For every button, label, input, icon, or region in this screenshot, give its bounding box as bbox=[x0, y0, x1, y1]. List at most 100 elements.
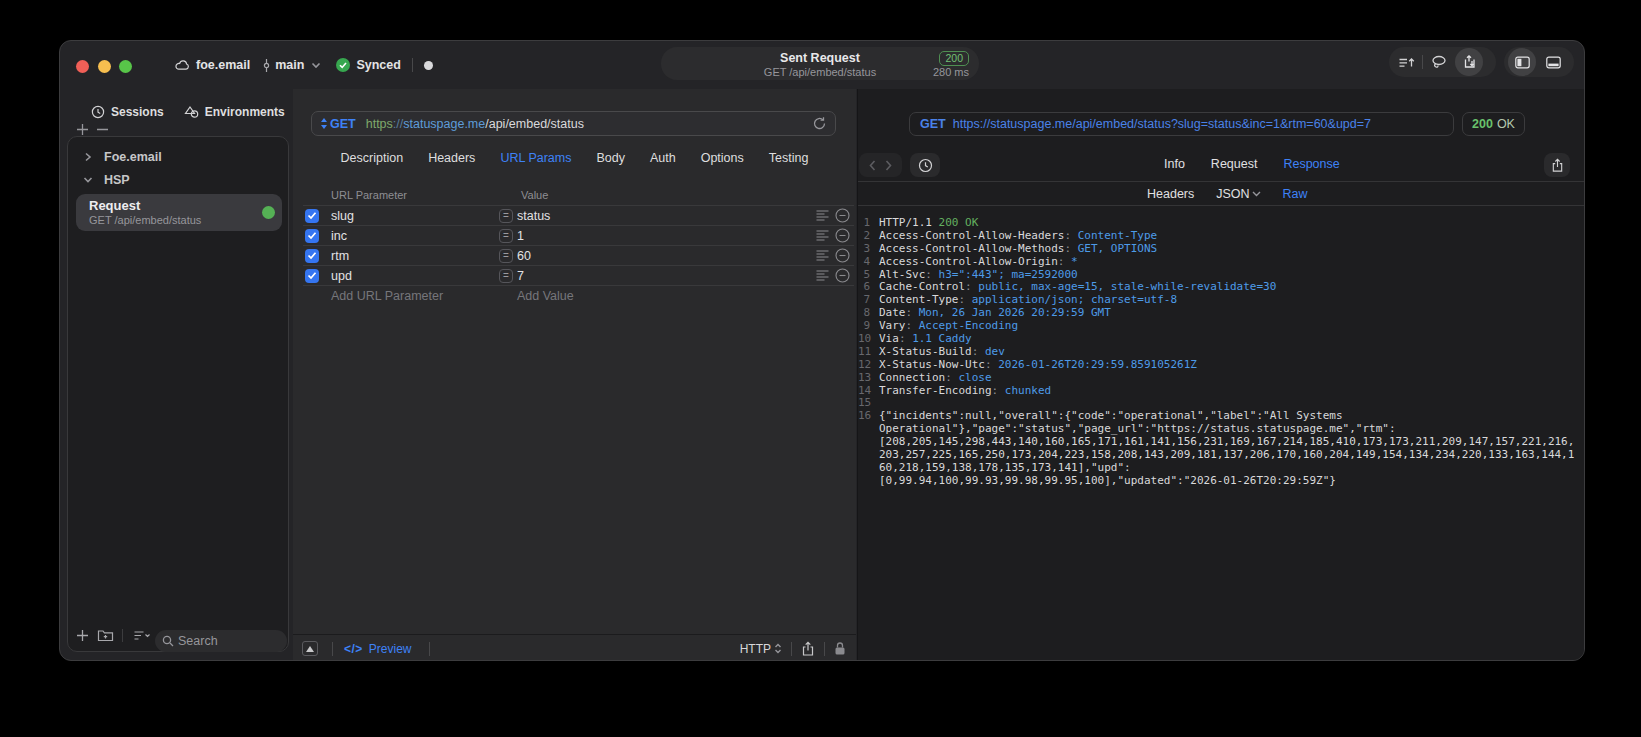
param-row[interactable]: slug = status bbox=[303, 205, 854, 225]
minimize-button[interactable] bbox=[98, 60, 111, 73]
back-icon bbox=[869, 160, 876, 171]
param-name[interactable]: inc bbox=[331, 229, 499, 243]
tree-item-foe-email[interactable]: Foe.email bbox=[84, 150, 162, 164]
status-code-badge: 200 bbox=[939, 51, 969, 66]
align-lines-icon[interactable] bbox=[816, 270, 829, 281]
share-icon[interactable] bbox=[801, 641, 815, 657]
export-button[interactable] bbox=[1544, 153, 1570, 177]
divider bbox=[122, 629, 123, 642]
request-tab-body[interactable]: Body bbox=[596, 151, 625, 165]
divider bbox=[429, 642, 430, 656]
url-sep: :// bbox=[393, 117, 403, 131]
shapes-icon bbox=[184, 105, 199, 119]
param-name[interactable]: rtm bbox=[331, 249, 499, 263]
request-tab-testing[interactable]: Testing bbox=[769, 151, 809, 165]
request-item-title: Request bbox=[89, 198, 140, 213]
param-value[interactable]: status bbox=[517, 209, 550, 223]
add-session-button[interactable] bbox=[76, 123, 89, 136]
sent-url-box[interactable]: GET https://statuspage.me/api/embed/stat… bbox=[909, 112, 1454, 136]
request-url-bar[interactable]: GET https://statuspage.me/api/embed/stat… bbox=[311, 111, 836, 136]
request-status-pill[interactable]: Sent Request 200 GET /api/embed/status 2… bbox=[661, 47, 979, 80]
response-tab-response[interactable]: Response bbox=[1283, 157, 1339, 171]
status-dot bbox=[262, 206, 275, 219]
project-name[interactable]: foe.email bbox=[196, 58, 250, 72]
request-tab-options[interactable]: Options bbox=[701, 151, 744, 165]
response-tabs: Info Request Response bbox=[1164, 157, 1340, 171]
close-button[interactable] bbox=[76, 60, 89, 73]
tab-sessions-label: Sessions bbox=[111, 105, 164, 119]
history-clock-button[interactable] bbox=[910, 153, 940, 177]
request-tab-url-params[interactable]: URL Params bbox=[500, 151, 571, 165]
expand-panel-button[interactable] bbox=[302, 641, 318, 656]
tab-sessions[interactable]: Sessions bbox=[91, 105, 164, 119]
method-label[interactable]: GET bbox=[330, 117, 356, 131]
add-value[interactable]: Add Value bbox=[517, 289, 574, 303]
send-receive-button[interactable] bbox=[1455, 48, 1483, 76]
param-checkbox[interactable] bbox=[305, 209, 319, 223]
response-line: 14Transfer-Encoding: chunked bbox=[858, 385, 1585, 398]
response-subtab-json[interactable]: JSON bbox=[1216, 187, 1260, 201]
refresh-icon[interactable] bbox=[812, 116, 827, 131]
request-tab-description[interactable]: Description bbox=[341, 151, 404, 165]
remove-param-icon[interactable] bbox=[835, 248, 850, 263]
request-tab-headers[interactable]: Headers bbox=[428, 151, 475, 165]
lock-icon bbox=[834, 641, 846, 656]
app-window: foe.email main Synced Sent Request 200 G… bbox=[59, 40, 1585, 661]
param-name[interactable]: upd bbox=[331, 269, 499, 283]
response-url: https://statuspage.me/api/embed/status?s… bbox=[953, 117, 1371, 131]
response-body[interactable]: 1HTTP/1.1 200 OK2Access-Control-Allow-He… bbox=[858, 217, 1585, 488]
protocol-updown-icon bbox=[774, 643, 782, 654]
lasso-icon[interactable] bbox=[1430, 54, 1448, 70]
sort-options-button[interactable] bbox=[131, 629, 151, 642]
toggle-left-panel-button[interactable] bbox=[1508, 48, 1536, 76]
request-tab-auth[interactable]: Auth bbox=[650, 151, 676, 165]
sort-lines-icon[interactable] bbox=[1398, 55, 1415, 70]
align-lines-icon[interactable] bbox=[816, 210, 829, 221]
response-tab-request[interactable]: Request bbox=[1211, 157, 1258, 171]
param-value[interactable]: 1 bbox=[517, 229, 524, 243]
param-row[interactable]: rtm = 60 bbox=[303, 245, 854, 265]
zoom-button[interactable] bbox=[119, 60, 132, 73]
response-method: GET bbox=[920, 117, 946, 131]
remove-param-icon[interactable] bbox=[835, 208, 850, 223]
chevron-down-icon[interactable] bbox=[311, 62, 321, 69]
add-url-parameter[interactable]: Add URL Parameter bbox=[331, 289, 517, 303]
align-lines-icon[interactable] bbox=[816, 250, 829, 261]
preview-button[interactable]: Preview bbox=[369, 642, 412, 656]
response-subtab-headers[interactable]: Headers bbox=[1147, 187, 1194, 201]
add-request-button[interactable] bbox=[76, 629, 89, 642]
history-nav[interactable] bbox=[859, 153, 902, 177]
status-box: 200 OK bbox=[1462, 112, 1525, 136]
branch-name[interactable]: main bbox=[275, 58, 304, 72]
align-lines-icon[interactable] bbox=[816, 230, 829, 241]
forward-icon bbox=[885, 160, 892, 171]
response-panel: GET https://statuspage.me/api/embed/stat… bbox=[857, 89, 1585, 661]
request-list-item[interactable]: Request GET /api/embed/status bbox=[76, 194, 282, 231]
new-folder-button[interactable] bbox=[97, 628, 114, 642]
tab-environments-label: Environments bbox=[205, 105, 285, 119]
tab-environments[interactable]: Environments bbox=[184, 105, 285, 119]
param-row[interactable]: inc = 1 bbox=[303, 225, 854, 245]
remove-param-icon[interactable] bbox=[835, 228, 850, 243]
param-checkbox[interactable] bbox=[305, 249, 319, 263]
response-tab-info[interactable]: Info bbox=[1164, 157, 1185, 171]
param-checkbox[interactable] bbox=[305, 269, 319, 283]
clock-icon bbox=[918, 158, 933, 173]
search-placeholder: Search bbox=[178, 634, 218, 648]
remove-session-button[interactable] bbox=[96, 123, 109, 136]
param-row[interactable]: upd = 7 bbox=[303, 265, 854, 285]
param-name[interactable]: slug bbox=[331, 209, 499, 223]
toggle-bottom-panel-button[interactable] bbox=[1539, 48, 1567, 76]
param-value[interactable]: 7 bbox=[517, 269, 524, 283]
tree-item-hsp[interactable]: HSP bbox=[83, 173, 130, 187]
code-icon[interactable]: </> bbox=[344, 642, 363, 656]
remove-param-icon[interactable] bbox=[835, 268, 850, 283]
url-path: /api/embed/status bbox=[485, 117, 584, 131]
param-checkbox[interactable] bbox=[305, 229, 319, 243]
param-value[interactable]: 60 bbox=[517, 249, 531, 263]
protocol-selector[interactable]: HTTP bbox=[740, 642, 771, 656]
response-subtab-raw[interactable]: Raw bbox=[1283, 187, 1308, 201]
search-icon bbox=[162, 635, 174, 647]
branch-icon bbox=[262, 58, 271, 73]
search-input[interactable]: Search bbox=[155, 630, 287, 652]
